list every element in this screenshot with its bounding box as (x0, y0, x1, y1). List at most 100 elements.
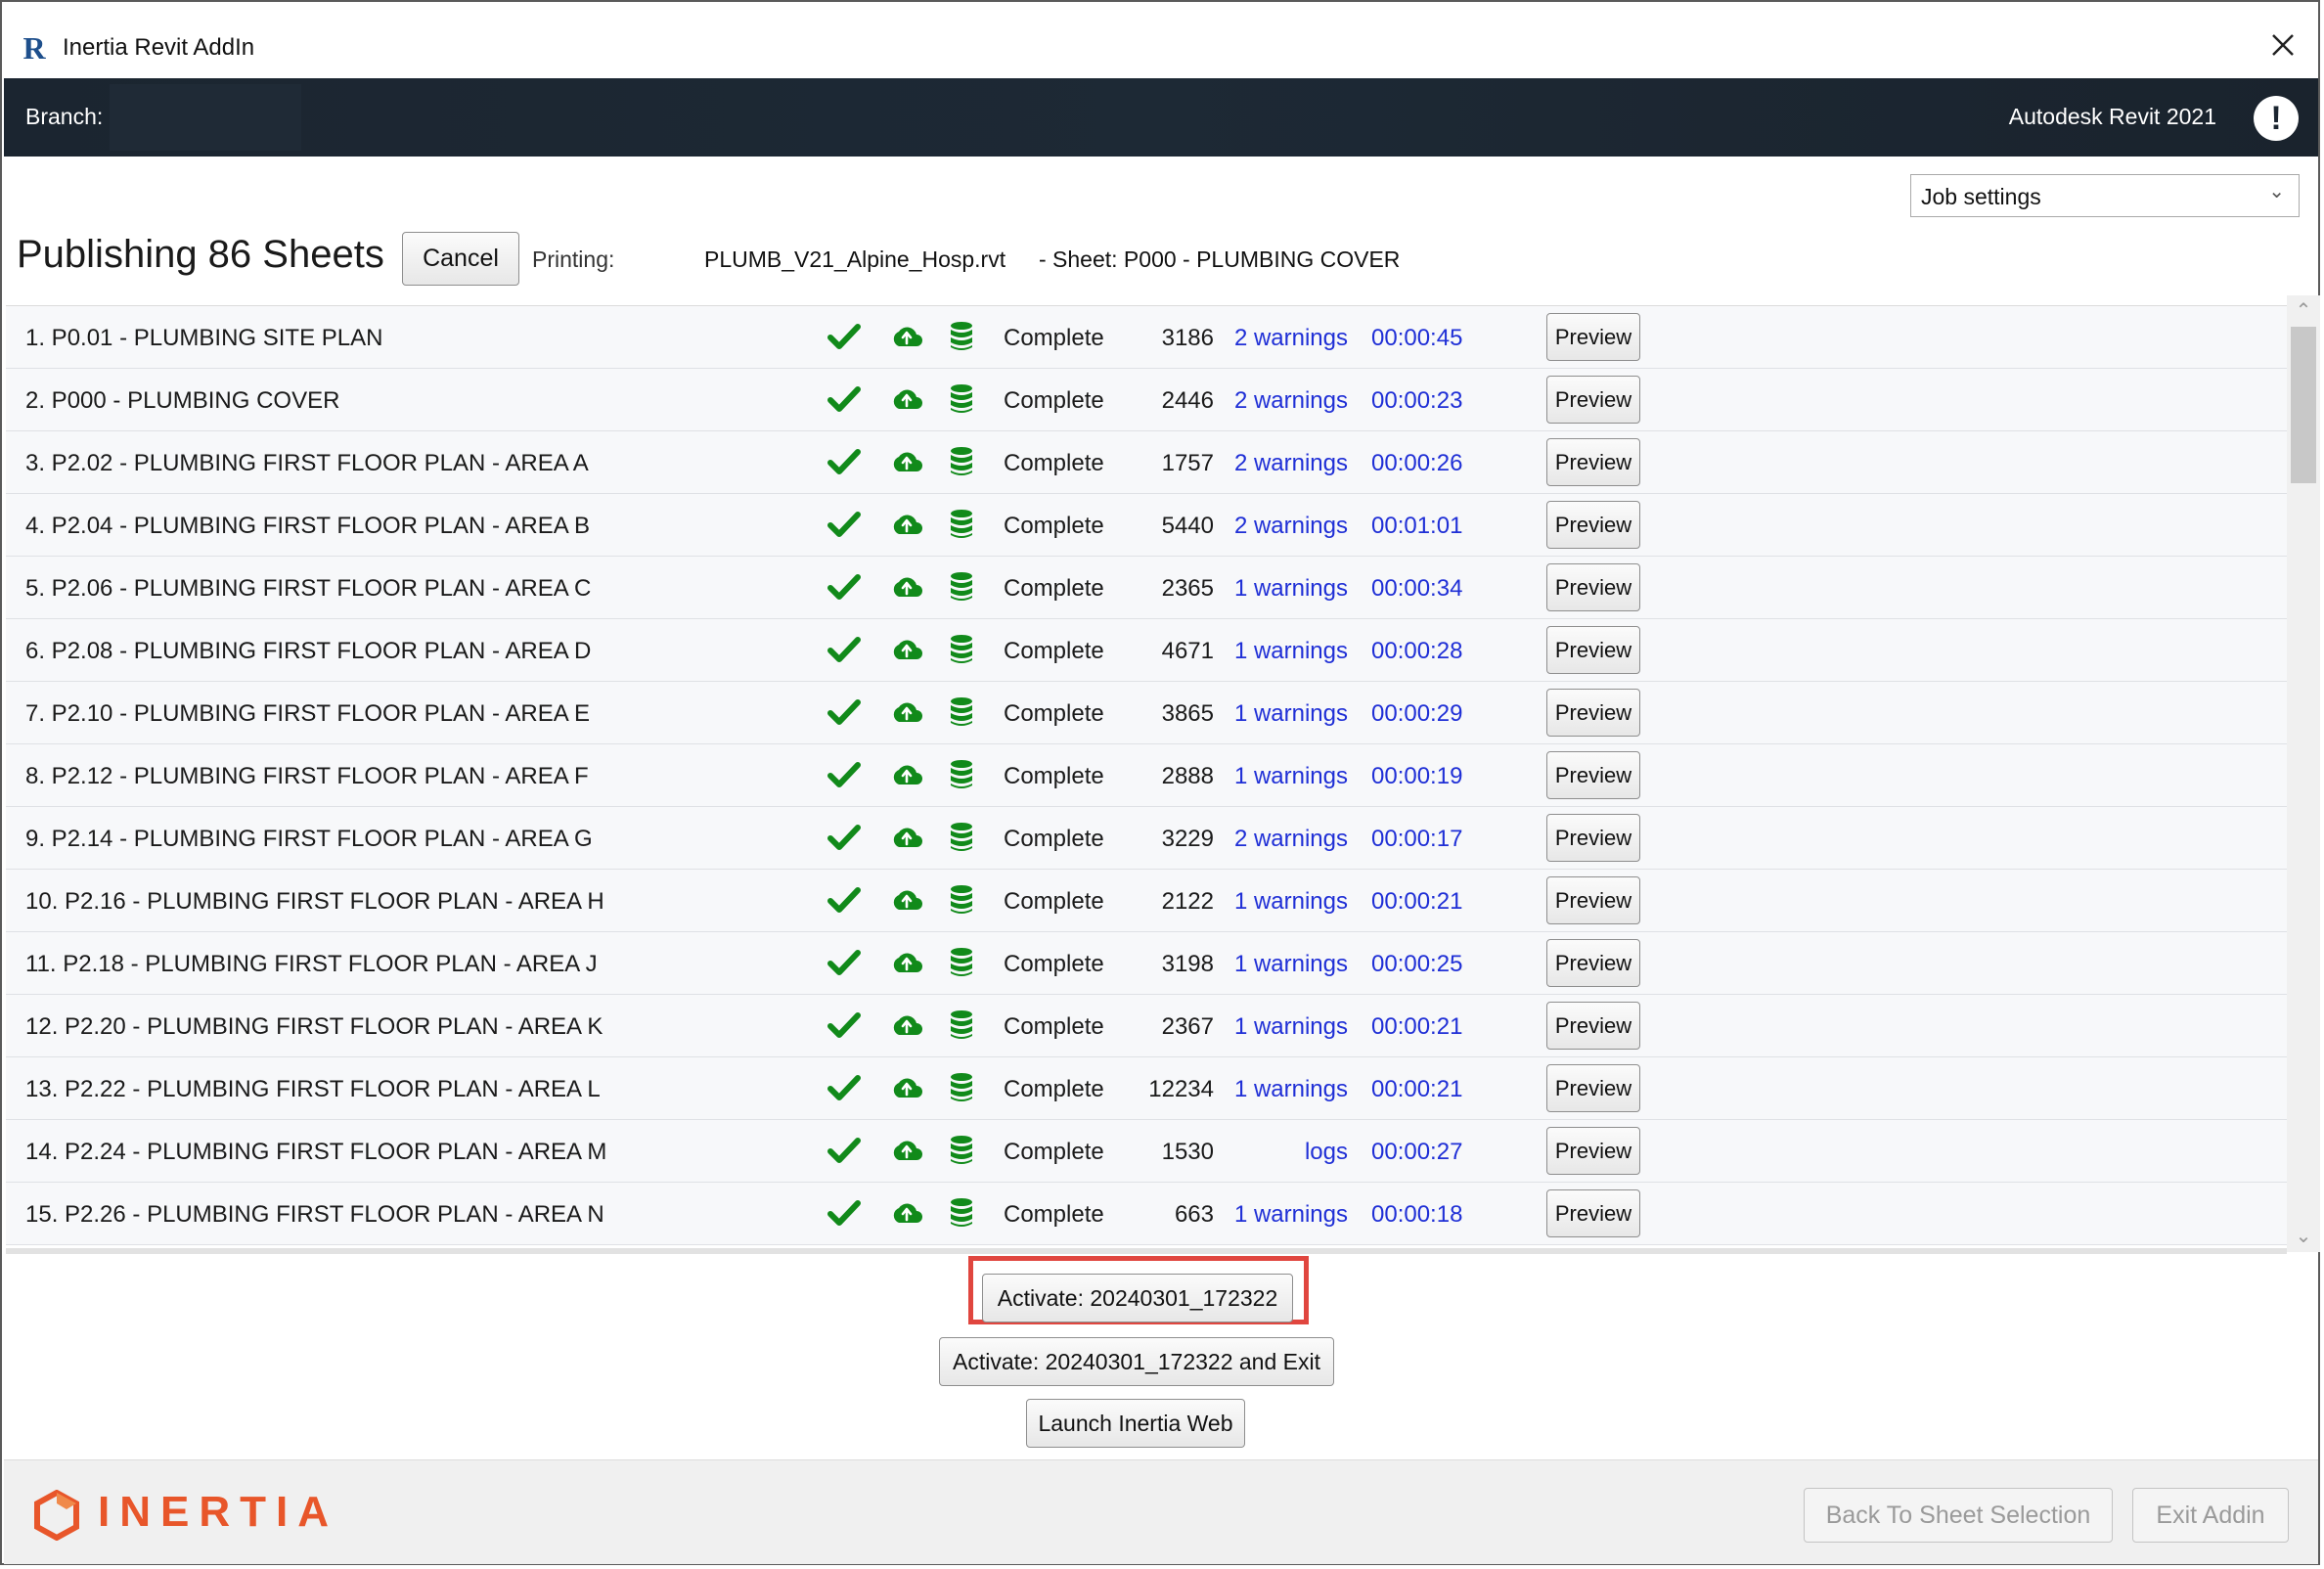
cloud-upload-icon (890, 951, 923, 981)
warnings-link[interactable]: 1 warnings (1229, 638, 1348, 665)
duration-link[interactable]: 00:00:29 (1371, 700, 1462, 728)
duration-link[interactable]: 00:01:01 (1371, 513, 1462, 540)
database-icon (949, 1072, 974, 1110)
element-count: 4671 (1161, 638, 1214, 664)
preview-button[interactable]: Preview (1546, 751, 1640, 799)
element-count: 1530 (1161, 1139, 1214, 1165)
duration-link[interactable]: 00:00:21 (1371, 1013, 1462, 1041)
preview-button[interactable]: Preview (1546, 501, 1640, 549)
check-icon (827, 823, 861, 859)
preview-button[interactable]: Preview (1546, 1002, 1640, 1050)
sheet-name: 15. P2.26 - PLUMBING FIRST FLOOR PLAN - … (25, 1201, 604, 1228)
warnings-link[interactable]: 2 warnings (1229, 387, 1348, 415)
cloud-upload-icon (890, 888, 923, 919)
table-row: 10. P2.16 - PLUMBING FIRST FLOOR PLAN - … (6, 870, 2287, 932)
scroll-down-icon[interactable]: ⌄ (2287, 1221, 2320, 1252)
duration-link[interactable]: 00:00:28 (1371, 638, 1462, 665)
scroll-thumb[interactable] (2291, 327, 2316, 483)
warnings-link[interactable]: logs (1229, 1139, 1348, 1166)
sheet-name: 8. P2.12 - PLUMBING FIRST FLOOR PLAN - A… (25, 763, 589, 789)
database-icon (949, 509, 974, 547)
sheet-name: 13. P2.22 - PLUMBING FIRST FLOOR PLAN - … (25, 1076, 601, 1102)
table-row: 6. P2.08 - PLUMBING FIRST FLOOR PLAN - A… (6, 619, 2287, 682)
back-to-sheet-selection-button[interactable]: Back To Sheet Selection (1804, 1488, 2113, 1543)
sheet-name: 5. P2.06 - PLUMBING FIRST FLOOR PLAN - A… (25, 575, 592, 602)
duration-link[interactable]: 00:00:45 (1371, 325, 1462, 352)
database-icon (949, 822, 974, 860)
warnings-link[interactable]: 2 warnings (1229, 826, 1348, 853)
element-count: 5440 (1161, 513, 1214, 539)
table-row: 7. P2.10 - PLUMBING FIRST FLOOR PLAN - A… (6, 682, 2287, 744)
warnings-link[interactable]: 1 warnings (1229, 700, 1348, 728)
preview-button[interactable]: Preview (1546, 626, 1640, 674)
preview-button[interactable]: Preview (1546, 1064, 1640, 1112)
sheet-name: 7. P2.10 - PLUMBING FIRST FLOOR PLAN - A… (25, 700, 591, 727)
warnings-link[interactable]: 1 warnings (1229, 1013, 1348, 1041)
duration-link[interactable]: 00:00:27 (1371, 1139, 1462, 1166)
status-text: Complete (1004, 763, 1104, 789)
duration-link[interactable]: 00:00:26 (1371, 450, 1462, 477)
warnings-link[interactable]: 2 warnings (1229, 325, 1348, 352)
job-settings-select[interactable]: Job settings ⌄ (1910, 174, 2300, 217)
element-count: 2122 (1161, 888, 1214, 915)
cloud-upload-icon (890, 826, 923, 856)
sheet-table: 1. P0.01 - PLUMBING SITE PLAN Complete 318… (6, 305, 2287, 1253)
status-text: Complete (1004, 826, 1104, 852)
warnings-link[interactable]: 1 warnings (1229, 763, 1348, 790)
cloud-upload-icon (890, 1139, 923, 1169)
element-count: 12234 (1148, 1076, 1214, 1102)
preview-button[interactable]: Preview (1546, 876, 1640, 924)
status-text: Complete (1004, 1139, 1104, 1165)
branch-header: Branch: Autodesk Revit 2021 ! (4, 78, 2318, 157)
preview-button[interactable]: Preview (1546, 376, 1640, 424)
duration-link[interactable]: 00:00:18 (1371, 1201, 1462, 1229)
status-text: Complete (1004, 513, 1104, 539)
activate-and-exit-button[interactable]: Activate: 20240301_172322 and Exit (939, 1337, 1334, 1386)
launch-inertia-web-button[interactable]: Launch Inertia Web (1026, 1399, 1245, 1448)
warnings-link[interactable]: 1 warnings (1229, 1076, 1348, 1103)
preview-button[interactable]: Preview (1546, 814, 1640, 862)
preview-button[interactable]: Preview (1546, 1127, 1640, 1175)
preview-button[interactable]: Preview (1546, 563, 1640, 611)
table-row: 14. P2.24 - PLUMBING FIRST FLOOR PLAN - … (6, 1120, 2287, 1183)
warnings-link[interactable]: 2 warnings (1229, 513, 1348, 540)
element-count: 2888 (1161, 763, 1214, 789)
activate-button[interactable]: Activate: 20240301_172322 (982, 1274, 1293, 1322)
database-icon (949, 383, 974, 422)
duration-link[interactable]: 00:00:17 (1371, 826, 1462, 853)
branch-label: Branch: (25, 104, 104, 129)
duration-link[interactable]: 00:00:19 (1371, 763, 1462, 790)
duration-link[interactable]: 00:00:23 (1371, 387, 1462, 415)
table-row: 5. P2.06 - PLUMBING FIRST FLOOR PLAN - A… (6, 557, 2287, 619)
close-icon[interactable] (2265, 27, 2301, 63)
duration-link[interactable]: 00:00:21 (1371, 1076, 1462, 1103)
cloud-upload-icon (890, 1201, 923, 1232)
preview-button[interactable]: Preview (1546, 689, 1640, 737)
cloud-upload-icon (890, 325, 923, 355)
duration-link[interactable]: 00:00:25 (1371, 951, 1462, 978)
warnings-link[interactable]: 1 warnings (1229, 888, 1348, 916)
revit-logo-icon: R (22, 30, 46, 66)
warnings-link[interactable]: 1 warnings (1229, 951, 1348, 978)
alert-icon[interactable]: ! (2254, 96, 2299, 141)
preview-button[interactable]: Preview (1546, 313, 1640, 361)
scroll-up-icon[interactable]: ⌃ (2287, 295, 2320, 327)
duration-link[interactable]: 00:00:34 (1371, 575, 1462, 603)
publishing-title: Publishing 86 Sheets (17, 233, 384, 276)
cancel-button[interactable]: Cancel (402, 232, 519, 286)
preview-button[interactable]: Preview (1546, 939, 1640, 987)
exit-addin-button[interactable]: Exit Addin (2132, 1488, 2289, 1543)
check-icon (827, 1136, 861, 1172)
cloud-upload-icon (890, 638, 923, 668)
warnings-link[interactable]: 1 warnings (1229, 1201, 1348, 1229)
duration-link[interactable]: 00:00:21 (1371, 888, 1462, 916)
warnings-link[interactable]: 1 warnings (1229, 575, 1348, 603)
inertia-brand-text: INERTIA (98, 1488, 338, 1536)
element-count: 663 (1174, 1201, 1214, 1228)
branch-value[interactable] (110, 84, 301, 151)
database-icon (949, 1009, 974, 1048)
table-scrollbar[interactable]: ⌃ ⌄ (2287, 295, 2320, 1252)
preview-button[interactable]: Preview (1546, 1189, 1640, 1237)
warnings-link[interactable]: 2 warnings (1229, 450, 1348, 477)
preview-button[interactable]: Preview (1546, 438, 1640, 486)
